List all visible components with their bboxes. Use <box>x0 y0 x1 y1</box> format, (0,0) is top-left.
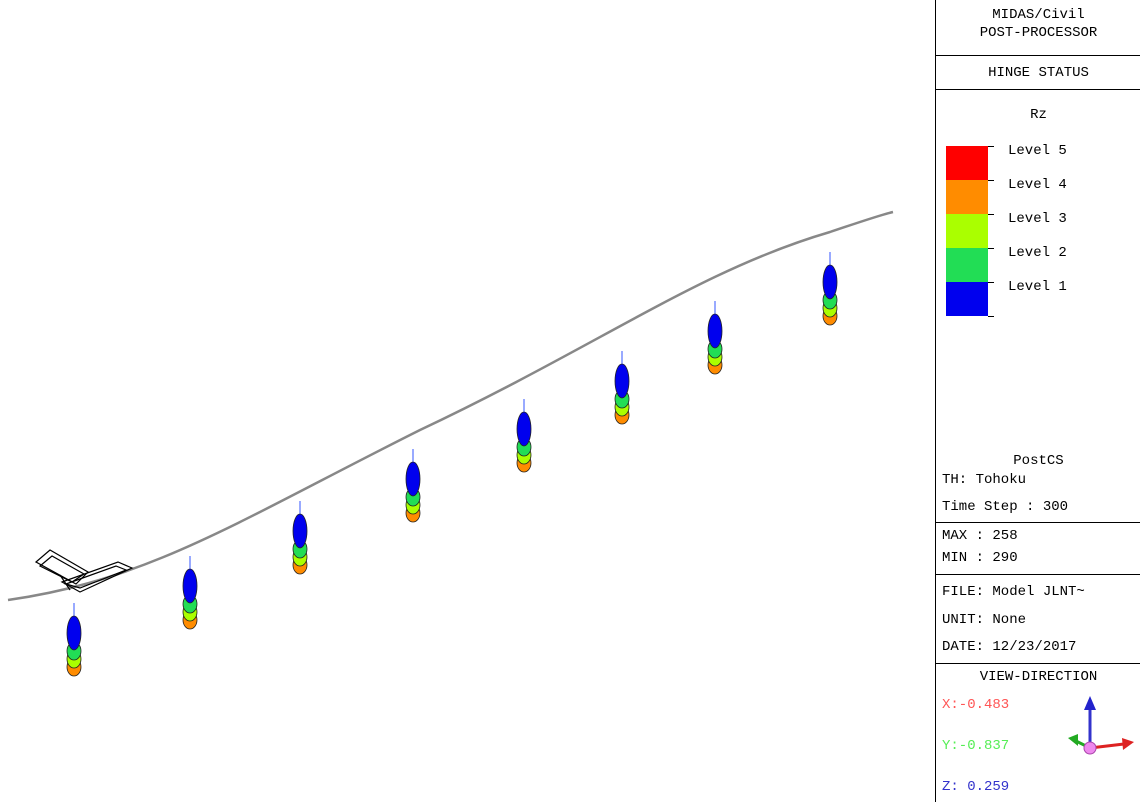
abutment-model <box>34 549 134 593</box>
legend-label-level-4: Level 4 <box>1008 177 1067 193</box>
view-x-value: X:-0.483 <box>942 697 1010 713</box>
pier-hinge-7 <box>707 301 723 375</box>
legend-tick <box>988 316 994 317</box>
legend-swatch-level-5 <box>946 146 988 180</box>
legend-swatch-level-4 <box>946 180 988 214</box>
view-direction-title: VIEW-DIRECTION <box>979 669 1098 685</box>
result-component: Rz <box>1030 107 1047 123</box>
legend-label-level-1: Level 1 <box>1008 279 1067 295</box>
section-title: HINGE STATUS <box>988 65 1089 81</box>
legend-tick <box>988 248 994 249</box>
pier-hinge-1 <box>66 603 82 677</box>
unit-label: UNIT: None <box>942 612 1027 628</box>
pier-hinge-8 <box>822 252 838 326</box>
hinge-marker-level-1 <box>822 264 838 300</box>
view-z-value: Z: 0.259 <box>942 779 1010 795</box>
divider <box>936 663 1140 664</box>
time-history-label: TH: Tohoku <box>942 472 1027 488</box>
pier-hinge-3 <box>292 501 308 575</box>
pier-hinge-6 <box>614 351 630 425</box>
divider <box>936 574 1140 575</box>
pier-hinge-5 <box>516 399 532 473</box>
hinge-marker-level-1 <box>405 461 421 497</box>
legend-tick <box>988 146 994 147</box>
divider <box>936 89 1140 90</box>
legend-swatch-level-2 <box>946 248 988 282</box>
legend-label-level-5: Level 5 <box>1008 143 1067 159</box>
legend-tick <box>988 282 994 283</box>
date-label: DATE: 12/23/2017 <box>942 639 1077 655</box>
divider <box>936 522 1140 523</box>
bridge-deck-curve <box>7 210 894 602</box>
time-step-label: Time Step : 300 <box>942 499 1069 515</box>
hinge-marker-level-1 <box>707 313 723 349</box>
pier-hinge-2 <box>182 556 198 630</box>
hinge-marker-level-1 <box>66 615 82 651</box>
hinge-marker-level-1 <box>292 513 308 549</box>
axis-triad-icon <box>1068 696 1134 755</box>
legend-panel: MIDAS/Civil POST-PROCESSOR HINGE STATUS … <box>935 0 1140 802</box>
legend-label-level-3: Level 3 <box>1008 211 1067 227</box>
legend-label-level-2: Level 2 <box>1008 245 1067 261</box>
model-viewport[interactable] <box>0 0 935 802</box>
hinge-marker-level-1 <box>182 568 198 604</box>
stage-label: PostCS <box>1013 453 1064 469</box>
legend-tick <box>988 214 994 215</box>
min-value: MIN : 290 <box>942 550 1018 566</box>
max-value: MAX : 258 <box>942 528 1018 544</box>
legend-swatch-level-1 <box>946 282 988 316</box>
app-module: POST-PROCESSOR <box>979 25 1098 41</box>
legend-swatch-level-3 <box>946 214 988 248</box>
hinge-marker-level-1 <box>614 363 630 399</box>
pier-hinge-4 <box>405 449 421 523</box>
legend-tick <box>988 180 994 181</box>
divider <box>936 55 1140 56</box>
app-name: MIDAS/Civil <box>992 7 1085 23</box>
view-y-value: Y:-0.837 <box>942 738 1010 754</box>
hinge-marker-level-1 <box>516 411 532 447</box>
file-name: FILE: Model JLNT~ <box>942 584 1085 600</box>
